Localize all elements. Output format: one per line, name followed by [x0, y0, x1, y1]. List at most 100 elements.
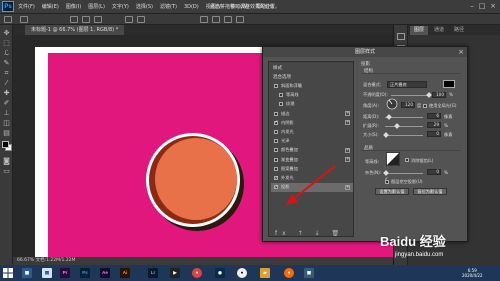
- 3d-slide-icon[interactable]: [236, 16, 244, 23]
- firefox-icon[interactable]: ●: [284, 268, 294, 278]
- blending-options[interactable]: 混合选项: [273, 74, 291, 80]
- menu-filter[interactable]: 滤镜(T): [160, 3, 177, 10]
- eyedropper-icon[interactable]: ⁄: [2, 79, 11, 87]
- style-checkbox[interactable]: [274, 157, 278, 162]
- style-checkbox[interactable]: [279, 93, 283, 98]
- add-style-icon[interactable]: +: [345, 120, 350, 126]
- shadow-color-swatch[interactable]: [443, 80, 455, 88]
- opacity-input[interactable]: 100: [432, 92, 446, 98]
- size-slider-knob[interactable]: [383, 132, 389, 138]
- align-right-icon[interactable]: [94, 16, 102, 23]
- style-row[interactable]: 内阴影 +: [271, 119, 353, 128]
- foreground-color-swatch[interactable]: [2, 141, 9, 148]
- noise-slider[interactable]: [385, 173, 423, 174]
- menu-type[interactable]: 文字(Y): [112, 3, 129, 10]
- menu-select[interactable]: 选择(S): [136, 3, 153, 10]
- auto-select-icon[interactable]: [20, 16, 28, 23]
- premiere-icon[interactable]: Pr: [60, 268, 70, 278]
- distance-input[interactable]: 6: [427, 113, 441, 119]
- style-row[interactable]: 描边 +: [271, 110, 353, 118]
- menu-layer[interactable]: 图层(L): [88, 3, 105, 10]
- global-light-checkbox[interactable]: [423, 104, 427, 108]
- noise-slider-knob[interactable]: [383, 170, 389, 176]
- size-slider[interactable]: [385, 135, 423, 136]
- distance-slider-knob[interactable]: [386, 114, 392, 120]
- tab-paths[interactable]: 路径: [450, 26, 468, 35]
- style-checkbox[interactable]: [274, 111, 278, 116]
- dialog-footer-icons[interactable]: fx ↑ ↓ 🗑: [275, 230, 344, 237]
- style-checkbox[interactable]: [274, 184, 278, 192]
- blend-mode-select[interactable]: 正片叠底: [387, 81, 427, 88]
- styles-header[interactable]: 样式: [273, 65, 282, 71]
- align-icon[interactable]: [70, 16, 78, 23]
- explorer-icon[interactable]: ▤: [42, 268, 52, 278]
- style-row[interactable]: 纹理: [271, 100, 353, 108]
- add-style-icon[interactable]: +: [345, 157, 350, 163]
- minimize-icon[interactable]: –: [468, 2, 476, 10]
- marquee-icon[interactable]: ⬚: [2, 39, 11, 47]
- eraser-icon[interactable]: ◫: [2, 119, 11, 127]
- style-checkbox[interactable]: [274, 148, 278, 153]
- add-style-icon[interactable]: +: [345, 184, 350, 190]
- reset-default-button[interactable]: 复位为默认值: [413, 188, 447, 195]
- folder-icon[interactable]: ▰: [260, 268, 270, 278]
- quick-mask-icon[interactable]: ◙: [2, 157, 11, 165]
- screen-mode-icon[interactable]: ▭: [2, 167, 11, 175]
- style-row[interactable]: 斜面和浮雕: [271, 82, 353, 90]
- style-row[interactable]: 等高线: [271, 91, 353, 99]
- move-icon[interactable]: ✥: [2, 29, 11, 37]
- distribute-center-icon[interactable]: [137, 16, 145, 23]
- tab-layers[interactable]: 图层: [410, 26, 429, 35]
- spread-slider-knob[interactable]: [394, 123, 400, 129]
- make-default-button[interactable]: 设置为默认值: [375, 188, 409, 195]
- browser-icon[interactable]: ◉: [215, 268, 225, 278]
- add-style-icon[interactable]: +: [345, 111, 350, 117]
- distribute-icon[interactable]: [125, 16, 133, 23]
- app-ball-icon[interactable]: ●: [192, 268, 202, 278]
- system-clock[interactable]: 6:59 2020/4/22: [462, 268, 483, 278]
- healing-icon[interactable]: ✚: [2, 89, 11, 97]
- align-center-icon[interactable]: [82, 16, 90, 23]
- spread-slider[interactable]: [385, 126, 423, 127]
- gradient-icon[interactable]: ▤: [2, 129, 11, 137]
- document-tab[interactable]: 未标题-1 @ 66.7% (图层 1, RGB/8) *: [25, 25, 125, 35]
- contour-thumbnail[interactable]: [386, 152, 400, 166]
- move-tool-icon[interactable]: [4, 16, 12, 23]
- tab-channels[interactable]: 通道: [430, 26, 448, 35]
- 3d-mode-icon[interactable]: [200, 16, 208, 23]
- ae-icon[interactable]: Ae: [100, 268, 110, 278]
- antialias-checkbox[interactable]: [405, 158, 409, 162]
- menu-3d[interactable]: 3D(D): [184, 4, 199, 10]
- add-style-icon[interactable]: +: [345, 147, 350, 153]
- stamp-icon[interactable]: ⊥: [2, 109, 11, 117]
- style-checkbox[interactable]: [274, 139, 278, 144]
- dialog-close-icon[interactable]: ×: [458, 47, 464, 57]
- illustrator-icon[interactable]: Ai: [120, 268, 130, 278]
- style-checkbox[interactable]: [274, 175, 278, 183]
- history-icon[interactable]: [397, 33, 405, 40]
- lightroom-icon[interactable]: Lr: [148, 268, 158, 278]
- style-checkbox[interactable]: [274, 119, 278, 128]
- style-row[interactable]: 颜色叠加 +: [271, 146, 353, 154]
- lasso-icon[interactable]: ℒ: [2, 49, 11, 57]
- 3d-pan-icon[interactable]: [224, 16, 232, 23]
- opacity-slider[interactable]: [391, 95, 429, 96]
- spread-input[interactable]: 29: [427, 122, 441, 128]
- circle-shape[interactable]: [140, 127, 250, 237]
- quick-select-icon[interactable]: ✎: [2, 59, 11, 67]
- menu-edit[interactable]: 编辑(E): [42, 3, 59, 10]
- style-checkbox[interactable]: [274, 166, 278, 171]
- media-icon[interactable]: ▶: [170, 268, 180, 278]
- style-checkbox[interactable]: [274, 84, 278, 88]
- style-row[interactable]: 光泽: [271, 137, 353, 145]
- angle-dial[interactable]: [386, 98, 398, 110]
- style-checkbox[interactable]: [279, 102, 283, 107]
- menu-image[interactable]: 图像(I): [66, 3, 81, 10]
- taskview-icon[interactable]: ▦: [22, 268, 32, 278]
- crop-icon[interactable]: ⌗: [2, 69, 11, 77]
- size-input[interactable]: 0: [427, 131, 441, 137]
- 3d-rotate-icon[interactable]: [212, 16, 220, 23]
- style-row[interactable]: 内发光: [271, 128, 353, 136]
- qq-icon[interactable]: ●: [237, 268, 247, 278]
- menu-file[interactable]: 文件(F): [18, 3, 35, 10]
